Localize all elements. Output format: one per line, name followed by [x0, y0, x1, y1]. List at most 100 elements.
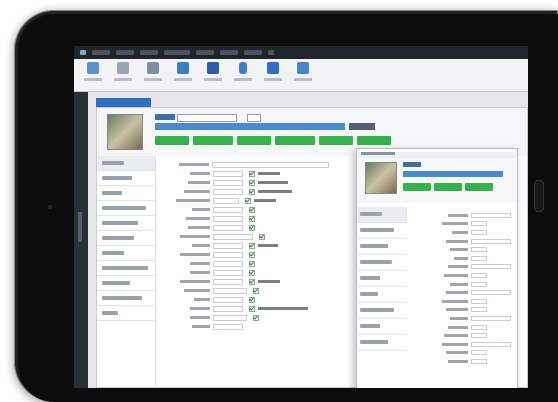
dialog-field[interactable] [471, 212, 511, 218]
dialog-sidebar-item[interactable] [357, 319, 407, 335]
record-code[interactable] [155, 114, 175, 120]
sidebar-item[interactable] [97, 306, 155, 321]
form-field[interactable] [213, 305, 243, 312]
ribbon-button[interactable] [142, 62, 164, 88]
ribbon-button[interactable] [82, 62, 104, 88]
form-field[interactable] [213, 296, 243, 303]
dialog-field[interactable] [471, 255, 487, 261]
form-field[interactable] [213, 197, 239, 204]
checkbox[interactable] [249, 296, 255, 303]
record-code-lookup[interactable] [247, 114, 261, 122]
dialog-field[interactable] [471, 264, 511, 270]
checkbox[interactable] [249, 179, 255, 186]
dialog-field[interactable] [471, 272, 487, 278]
dialog-action-button[interactable] [465, 183, 493, 191]
form-field[interactable] [213, 206, 243, 213]
form-field[interactable] [213, 224, 243, 231]
dialog-sidebar-item[interactable] [357, 303, 407, 319]
ribbon-button[interactable] [202, 62, 224, 88]
form-field[interactable] [213, 170, 243, 177]
tab-record[interactable] [96, 98, 151, 107]
ribbon-button[interactable] [112, 62, 134, 88]
dialog-field[interactable] [471, 307, 487, 313]
dialog-field[interactable] [471, 350, 487, 356]
dialog-field[interactable] [471, 247, 487, 253]
checkbox[interactable] [249, 170, 255, 177]
form-field[interactable] [213, 269, 243, 276]
form-field[interactable] [213, 188, 243, 195]
vertical-side-strip[interactable] [74, 92, 88, 388]
sidebar-item[interactable] [97, 156, 155, 171]
menu-item[interactable] [164, 50, 190, 55]
checkbox[interactable] [249, 215, 255, 222]
checkbox[interactable] [249, 278, 255, 285]
menu-item[interactable] [220, 50, 238, 55]
checkbox[interactable] [249, 260, 255, 267]
dialog-sidebar-item[interactable] [357, 335, 407, 351]
ribbon-button[interactable] [292, 62, 314, 88]
form-field[interactable] [213, 287, 247, 294]
dialog-field[interactable] [471, 298, 487, 304]
sidebar-item[interactable] [97, 231, 155, 246]
dialog-code[interactable] [403, 162, 421, 167]
dialog-field[interactable] [471, 238, 511, 244]
form-field[interactable] [211, 161, 329, 168]
dialog-sidebar-item[interactable] [357, 239, 407, 255]
checkbox[interactable] [249, 224, 255, 231]
dialog-field[interactable] [471, 341, 511, 347]
form-field[interactable] [213, 314, 247, 321]
menu-item[interactable] [196, 50, 214, 55]
record-code-field[interactable] [177, 114, 237, 122]
form-field[interactable] [213, 323, 243, 330]
action-button[interactable] [193, 136, 233, 145]
action-button[interactable] [275, 136, 315, 145]
dialog-field[interactable] [471, 229, 487, 235]
form-field[interactable] [213, 215, 243, 222]
menu-item[interactable] [244, 50, 262, 55]
sidebar-item[interactable] [97, 261, 155, 276]
sidebar-item[interactable] [97, 201, 155, 216]
form-field[interactable] [213, 278, 243, 285]
menu-item[interactable] [92, 50, 110, 55]
dialog-field[interactable] [471, 290, 511, 296]
sidebar-item[interactable] [97, 216, 155, 231]
action-button[interactable] [237, 136, 271, 145]
action-button[interactable] [319, 136, 353, 145]
form-field[interactable] [213, 242, 243, 249]
sidebar-item[interactable] [97, 246, 155, 261]
app-logo-icon[interactable] [80, 50, 86, 55]
menu-item[interactable] [140, 50, 158, 55]
checkbox[interactable] [245, 197, 251, 204]
checkbox[interactable] [249, 206, 255, 213]
dialog-field[interactable] [471, 324, 487, 330]
sidebar-item[interactable] [97, 171, 155, 186]
dialog-field[interactable] [471, 333, 487, 339]
checkbox[interactable] [253, 314, 259, 321]
dialog-sidebar-item[interactable] [357, 287, 407, 303]
menu-item[interactable] [268, 50, 274, 55]
ribbon-button[interactable] [232, 62, 254, 88]
action-button[interactable] [155, 136, 189, 145]
dialog-field[interactable] [471, 358, 487, 364]
ribbon-button[interactable] [172, 62, 194, 88]
dialog-sidebar-item[interactable] [357, 223, 407, 239]
checkbox[interactable] [259, 233, 265, 240]
dialog-sidebar-item[interactable] [357, 255, 407, 271]
sidebar-item[interactable] [97, 186, 155, 201]
dialog-action-button[interactable] [434, 183, 462, 191]
dialog-action-button[interactable] [403, 183, 431, 191]
checkbox[interactable] [253, 287, 259, 294]
sidebar-item[interactable] [97, 276, 155, 291]
dialog-field[interactable] [471, 315, 511, 321]
dialog-field[interactable] [471, 281, 487, 287]
menu-item[interactable] [116, 50, 134, 55]
checkbox[interactable] [249, 242, 255, 249]
ribbon-button[interactable] [262, 62, 284, 88]
dialog-sidebar-item[interactable] [357, 271, 407, 287]
checkbox[interactable] [249, 305, 255, 312]
dialog-field[interactable] [471, 221, 487, 227]
form-field[interactable] [213, 251, 243, 258]
checkbox[interactable] [249, 188, 255, 195]
dialog-sidebar-item[interactable] [357, 207, 407, 223]
sidebar-item[interactable] [97, 291, 155, 306]
